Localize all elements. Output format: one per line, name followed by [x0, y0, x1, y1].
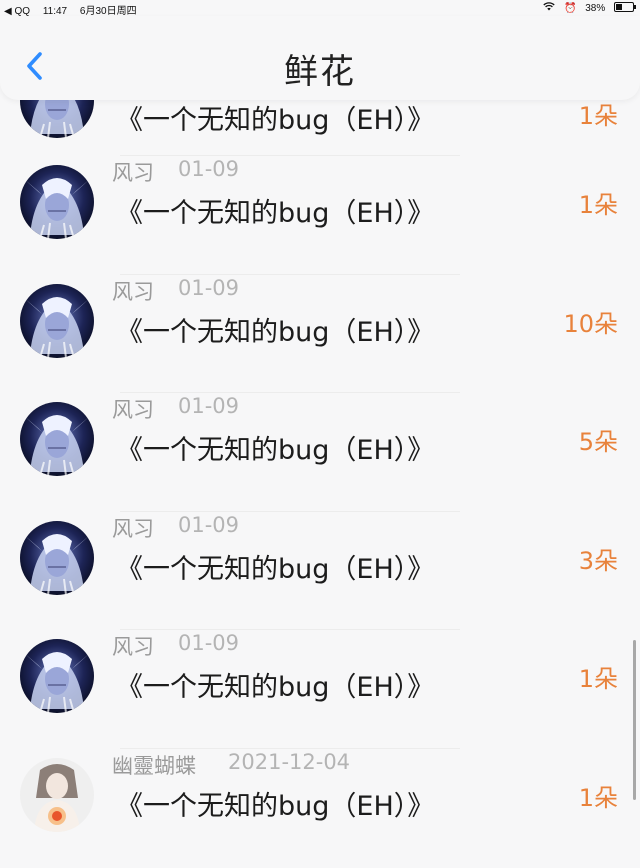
list-item[interactable]: 幽靈蝴蝶 2021-12-04 《一个无知的bug（EH）》 1朵 [0, 750, 640, 868]
message-text[interactable]: 《一个无知的bug（EH）》 [116, 665, 434, 704]
flower-list: 《一个无知的bug（EH）》 1朵 风习 01-09 《一个无知的bug（EH）》 1朵 [0, 0, 640, 853]
flower-count: 1朵 [578, 102, 618, 130]
sent-date: 2021-12-04 [228, 750, 351, 774]
flower-count: 1朵 [578, 665, 618, 693]
list-item[interactable]: 风习 01-09 《一个无知的bug（EH）》 1朵 [0, 631, 640, 749]
row-divider [120, 274, 460, 275]
scrollbar[interactable] [633, 640, 636, 800]
message-text[interactable]: 《一个无知的bug（EH）》 [116, 428, 434, 467]
flower-count: 1朵 [578, 784, 618, 812]
flower-count: 1朵 [578, 191, 618, 219]
avatar[interactable] [20, 165, 94, 239]
flower-count: 5朵 [578, 428, 618, 456]
sent-date: 01-09 [178, 394, 240, 418]
sender-name[interactable]: 风习 [112, 631, 154, 661]
avatar[interactable] [20, 521, 94, 595]
list-item[interactable]: 风习 01-09 《一个无知的bug（EH）》 1朵 [0, 157, 640, 275]
avatar[interactable] [20, 639, 94, 713]
message-text[interactable]: 《一个无知的bug（EH）》 [116, 98, 434, 137]
list-item[interactable]: 风习 01-09 《一个无知的bug（EH）》 10朵 [0, 276, 640, 394]
nav-header: 鲜花 [0, 16, 640, 100]
sent-date: 01-09 [178, 513, 240, 537]
message-text[interactable]: 《一个无知的bug（EH）》 [116, 191, 434, 230]
flower-count: 3朵 [578, 547, 618, 575]
avatar[interactable] [20, 284, 94, 358]
sender-name[interactable]: 幽靈蝴蝶 [112, 750, 196, 780]
row-divider [120, 511, 460, 512]
sender-name[interactable]: 风习 [112, 394, 154, 424]
message-text[interactable]: 《一个无知的bug（EH）》 [116, 310, 434, 349]
row-divider [120, 155, 460, 156]
list-item[interactable]: 风习 01-09 《一个无知的bug（EH）》 3朵 [0, 513, 640, 631]
avatar[interactable] [20, 758, 94, 832]
sender-name[interactable]: 风习 [112, 157, 154, 187]
sender-name[interactable]: 风习 [112, 276, 154, 306]
message-text[interactable]: 《一个无知的bug（EH）》 [116, 784, 434, 823]
avatar[interactable] [20, 402, 94, 476]
sender-name[interactable]: 风习 [112, 513, 154, 543]
message-text[interactable]: 《一个无知的bug（EH）》 [116, 547, 434, 586]
page-title: 鲜花 [284, 52, 356, 92]
row-divider [120, 748, 460, 749]
flower-count: 10朵 [563, 310, 618, 338]
row-divider [120, 629, 460, 630]
row-divider [120, 392, 460, 393]
sent-date: 01-09 [178, 631, 240, 655]
list-item[interactable]: 风习 01-09 《一个无知的bug（EH）》 5朵 [0, 394, 640, 512]
sent-date: 01-09 [178, 276, 240, 300]
sent-date: 01-09 [178, 157, 240, 181]
